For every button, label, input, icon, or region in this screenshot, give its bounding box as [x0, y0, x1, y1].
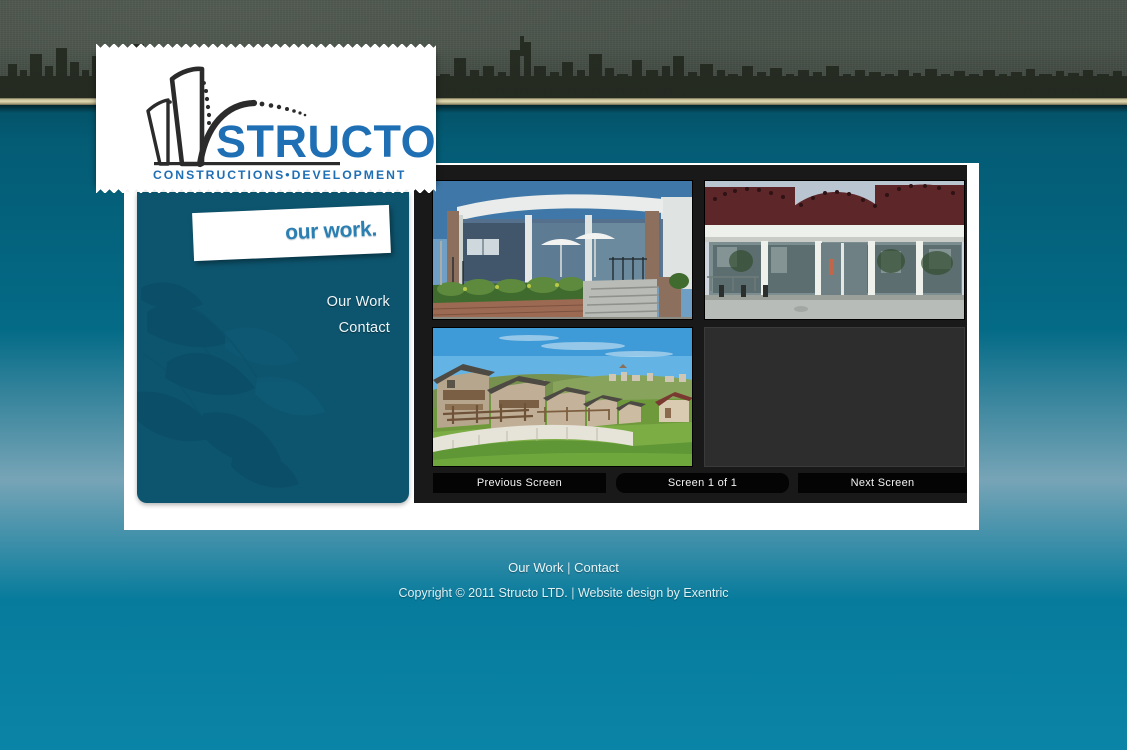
footer-copyright: Copyright © 2011 Structo LTD. | Website … — [0, 584, 1127, 602]
screen-counter: Screen 1 of 1 — [616, 473, 789, 493]
page-title-banner: our work. — [192, 204, 391, 262]
previous-screen-button[interactable]: Previous Screen — [433, 473, 606, 493]
gallery-thumbnail-grid — [424, 175, 965, 467]
structo-logo-mark: STRUCTO CONSTRUCTIONS•DEVELOPMENT — [146, 66, 436, 182]
gallery-thumbnail-4-empty — [704, 327, 965, 467]
sidebar-nav: Our Work Contact — [327, 289, 390, 341]
footer-link-our-work[interactable]: Our Work — [508, 560, 563, 575]
copyright-text: Copyright © 2011 Structo LTD. — [398, 586, 568, 600]
gallery-thumbnail-1[interactable] — [432, 180, 693, 320]
gallery-controls: Previous Screen Screen 1 of 1 Next Scree… — [424, 473, 967, 493]
sidebar-item-our-work[interactable]: Our Work — [327, 289, 390, 315]
site-logo-card[interactable]: STRUCTO CONSTRUCTIONS•DEVELOPMENT — [96, 44, 436, 193]
site-footer: Our Work | Contact Copyright © 2011 Stru… — [0, 558, 1127, 602]
gallery-panel: Previous Screen Screen 1 of 1 Next Scree… — [414, 165, 967, 503]
page-title: our work. — [284, 217, 378, 245]
sidebar-item-contact[interactable]: Contact — [327, 315, 390, 341]
thumbnail-image-hillside-houses — [433, 328, 692, 466]
credit-text: Website design by — [577, 586, 680, 600]
logo-tagline: CONSTRUCTIONS•DEVELOPMENT — [153, 168, 406, 182]
logo-inner: STRUCTO CONSTRUCTIONS•DEVELOPMENT — [96, 52, 436, 185]
thumbnail-image-commercial-storefront — [705, 181, 964, 319]
footer-separator-2: | — [571, 586, 575, 600]
next-screen-button[interactable]: Next Screen — [798, 473, 967, 493]
thumbnail-image-modern-villa — [433, 181, 692, 319]
footer-links: Our Work | Contact — [0, 558, 1127, 577]
gallery-thumbnail-2[interactable] — [704, 180, 965, 320]
logo-wordmark: STRUCTO — [216, 116, 436, 167]
footer-separator-1: | — [567, 560, 571, 575]
gallery-thumbnail-3[interactable] — [432, 327, 693, 467]
footer-link-contact[interactable]: Contact — [574, 560, 619, 575]
credit-link-exentric[interactable]: Exentric — [683, 586, 728, 600]
